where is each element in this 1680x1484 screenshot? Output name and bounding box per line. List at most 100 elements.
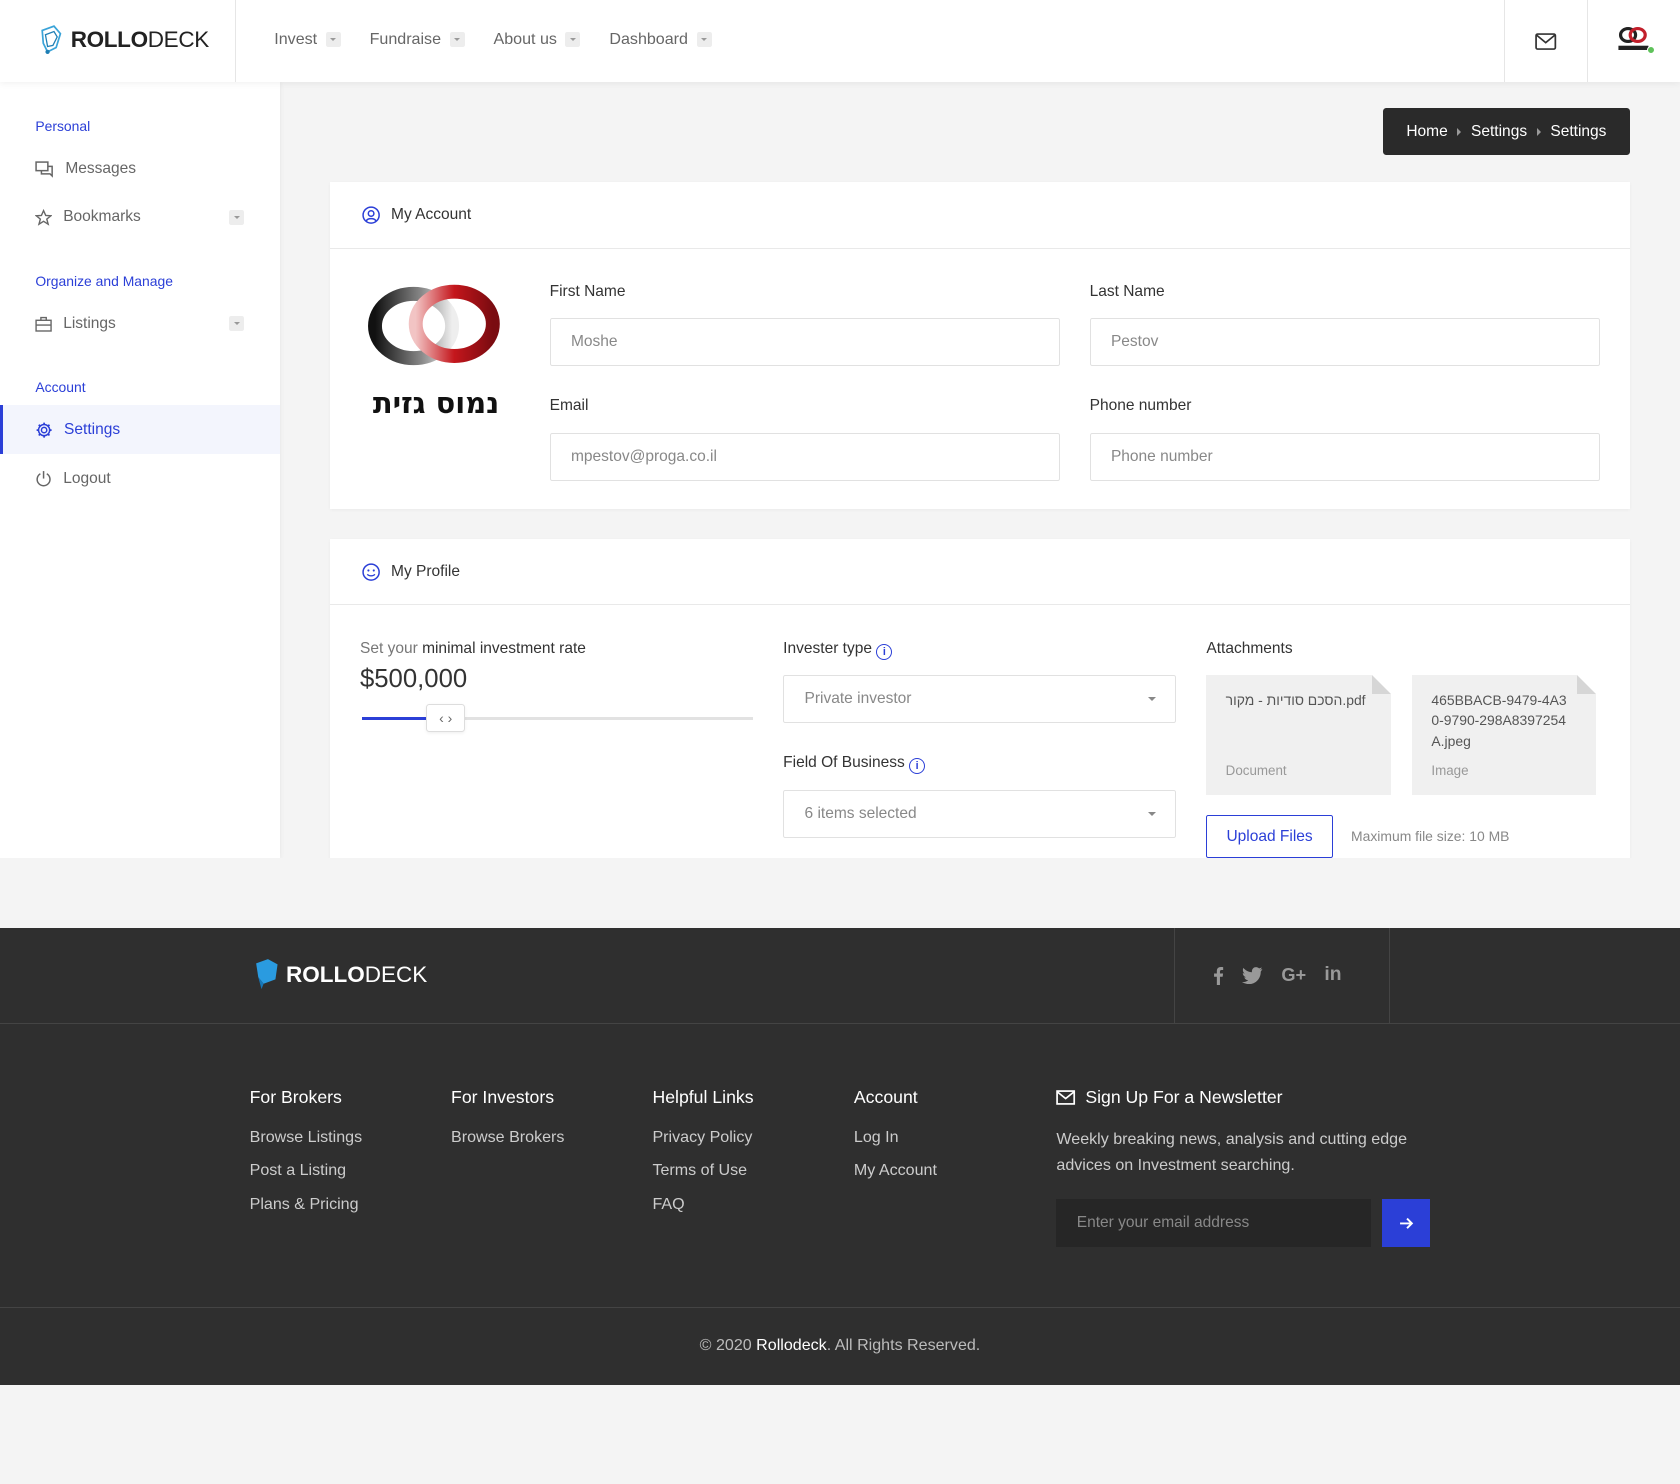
sidebar-item-logout[interactable]: Logout xyxy=(0,454,280,503)
rate-strong: minimal investment rate xyxy=(422,639,586,657)
nav-label: Fundraise xyxy=(369,29,442,48)
nav-about-us[interactable]: About us xyxy=(494,30,581,49)
linkedin-icon[interactable]: in xyxy=(1324,964,1341,986)
invester-type-select[interactable]: Private investor xyxy=(783,674,1177,724)
gear-icon xyxy=(36,422,52,438)
sidebar-section-account: Account xyxy=(35,379,86,396)
max-file-size-note: Maximum file size: 10 MB xyxy=(1351,828,1510,845)
footer-col-title: Account xyxy=(853,1087,918,1108)
attachment-image[interactable]: 465BBACB-9479-4A30-9790-298A8397254A.jpe… xyxy=(1412,674,1597,795)
phone-input[interactable]: Phone number xyxy=(1089,432,1600,482)
company-logo-text: נמוס גזית xyxy=(372,385,500,420)
footer-link[interactable]: My Account xyxy=(854,1161,937,1180)
footer-link[interactable]: Terms of Use xyxy=(652,1161,747,1180)
chevron-down-icon xyxy=(325,31,341,47)
info-icon[interactable]: i xyxy=(876,643,893,660)
nav-label: Dashboard xyxy=(609,29,688,48)
copyright-prefix: © 2020 xyxy=(699,1336,757,1355)
footer-link[interactable]: Browse Brokers xyxy=(451,1128,564,1147)
breadcrumb-home[interactable]: Home xyxy=(1406,123,1447,141)
my-account-card: My Account נמוס גזית First Name Moshe La… xyxy=(329,182,1630,509)
sidebar-section-organize: Organize and Manage xyxy=(35,273,173,290)
code-arrows-icon: ‹ › xyxy=(439,709,453,726)
card-header: My Profile xyxy=(329,539,1630,606)
card-title: My Account xyxy=(391,205,472,223)
nav-dashboard[interactable]: Dashboard xyxy=(609,29,712,49)
nav-label: Invest xyxy=(274,29,318,48)
footer-brand-logo[interactable]: ROLLODECK xyxy=(254,958,427,992)
sidebar-item-settings[interactable]: Settings xyxy=(0,404,280,455)
label-text: Invester type xyxy=(783,639,873,657)
footer-link[interactable]: Post a Listing xyxy=(250,1161,346,1180)
nav-label: About us xyxy=(493,29,557,48)
messages-button[interactable] xyxy=(1505,0,1586,82)
sidebar-item-label: Settings xyxy=(64,420,121,438)
first-name-label: First Name xyxy=(549,282,626,300)
copyright-suffix: . All Rights Reserved. xyxy=(826,1336,981,1355)
footer-link[interactable]: FAQ xyxy=(652,1195,684,1214)
select-value: 6 items selected xyxy=(804,804,917,822)
briefcase-icon xyxy=(35,316,53,332)
newsletter-title-text: Sign Up For a Newsletter xyxy=(1085,1087,1283,1108)
footer-link[interactable]: Plans & Pricing xyxy=(250,1195,359,1214)
attachment-name: 465BBACB-9479-4A30-9790-298A8397254A.jpe… xyxy=(1431,691,1567,749)
twitter-icon[interactable] xyxy=(1241,966,1263,984)
brand-logo[interactable]: ROLLODECK xyxy=(39,24,209,56)
field-of-business-select[interactable]: 6 items selected xyxy=(783,789,1177,838)
chevron-down-icon[interactable] xyxy=(229,316,245,332)
chevron-down-icon[interactable] xyxy=(229,209,245,225)
breadcrumb-settings[interactable]: Settings xyxy=(1471,123,1527,141)
newsletter-submit-button[interactable] xyxy=(1382,1198,1431,1248)
attachment-name: הסכם סודיות - מקור.pdf xyxy=(1225,691,1366,708)
rate-prefix: Set your xyxy=(359,639,423,657)
first-name-input[interactable]: Moshe xyxy=(549,318,1060,367)
footer-link[interactable]: Privacy Policy xyxy=(652,1128,752,1147)
user-avatar[interactable] xyxy=(1588,0,1680,82)
nav-invest[interactable]: Invest xyxy=(274,29,341,49)
sidebar-item-bookmarks[interactable]: Bookmarks xyxy=(0,193,280,242)
invester-type-label: Invester type i xyxy=(783,639,893,660)
sidebar-item-label: Logout xyxy=(63,469,111,487)
avatar-image xyxy=(1612,20,1656,63)
field-of-business-label: Field Of Business i xyxy=(783,754,926,775)
chevron-down-icon xyxy=(1148,812,1157,816)
sidebar-item-listings[interactable]: Listings xyxy=(0,299,280,348)
attachment-document[interactable]: הסכם סודיות - מקור.pdf Document xyxy=(1206,674,1391,795)
facebook-icon[interactable] xyxy=(1213,966,1224,985)
google-plus-icon[interactable]: G+ xyxy=(1281,965,1306,986)
page-fold-icon xyxy=(1577,674,1597,694)
chevron-down-icon xyxy=(565,31,581,47)
envelope-icon xyxy=(1056,1090,1076,1106)
brand-wordmark: ROLLODECK xyxy=(70,26,210,52)
card-header: My Account xyxy=(329,182,1630,249)
header-divider xyxy=(234,0,236,83)
sidebar-item-label: Messages xyxy=(65,160,137,178)
brand-wordmark: ROLLODECK xyxy=(286,961,428,987)
sidebar-item-label: Listings xyxy=(63,314,116,332)
slider-handle[interactable]: ‹ › xyxy=(426,703,465,732)
footer-link[interactable]: Browse Listings xyxy=(250,1128,363,1147)
info-icon[interactable]: i xyxy=(909,758,926,775)
label-text: Field Of Business xyxy=(783,754,905,772)
footer-link[interactable]: Log In xyxy=(854,1128,899,1147)
email-label: Email xyxy=(549,397,589,415)
breadcrumb: Home Settings Settings xyxy=(1383,108,1630,156)
breadcrumb-current: Settings xyxy=(1550,122,1607,140)
investment-rate-value: $500,000 xyxy=(359,665,468,694)
nav-fundraise[interactable]: Fundraise xyxy=(370,30,465,49)
copyright-brand[interactable]: Rollodeck xyxy=(756,1336,827,1354)
newsletter-email-input[interactable]: Enter your email address xyxy=(1056,1198,1372,1248)
last-name-input[interactable]: Pestov xyxy=(1089,318,1600,367)
company-logo[interactable]: נמוס גזית xyxy=(360,281,512,426)
attachment-type: Image xyxy=(1431,762,1469,778)
user-circle-icon xyxy=(362,206,381,224)
copyright: © 2020 Rollodeck. All Rights Reserved. xyxy=(0,1336,1680,1355)
smile-icon xyxy=(362,562,381,581)
attachment-type: Document xyxy=(1225,762,1287,778)
upload-files-button[interactable]: Upload Files xyxy=(1206,815,1333,859)
sidebar-item-messages[interactable]: Messages xyxy=(0,145,280,194)
main-nav: Invest Fundraise About us Dashboard xyxy=(274,29,712,49)
email-input[interactable]: mpestov@proga.co.il xyxy=(549,432,1060,482)
footer-col-title: For Investors xyxy=(451,1087,555,1108)
footer-col-title: For Brokers xyxy=(249,1087,342,1108)
